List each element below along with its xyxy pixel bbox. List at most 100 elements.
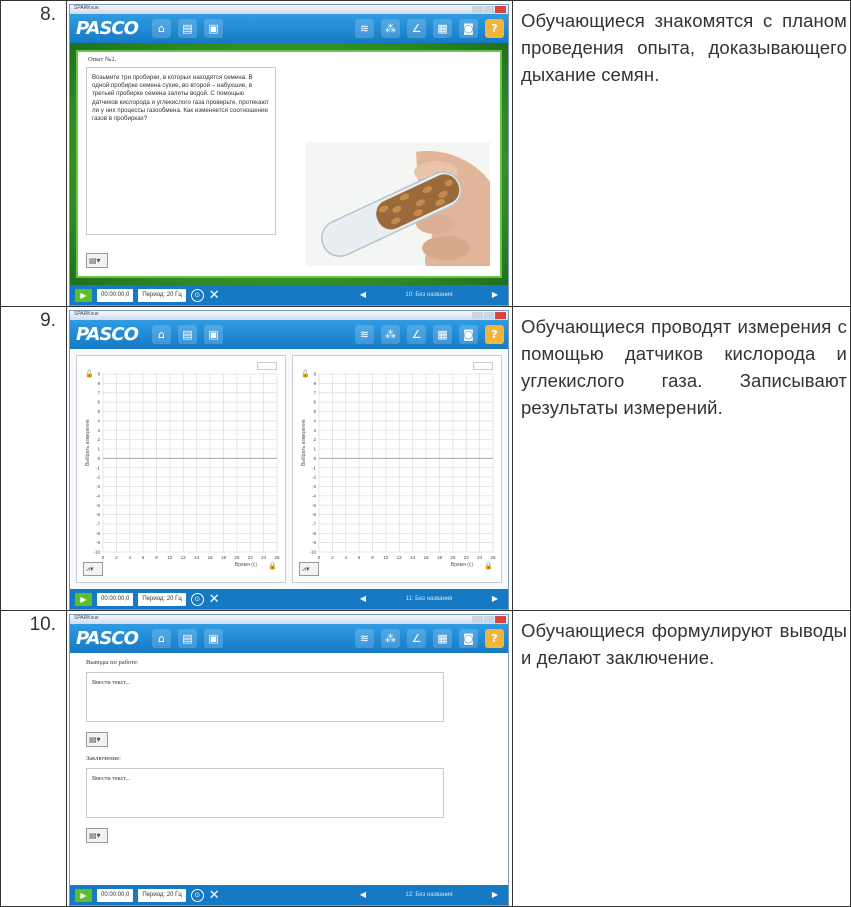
home-icon[interactable]: ⌂ — [151, 325, 171, 344]
pasco-logo: PASCO — [76, 628, 139, 649]
help-icon[interactable]: ? — [485, 325, 504, 344]
page-icon[interactable]: ▤ — [177, 629, 197, 648]
help-icon[interactable]: ? — [485, 19, 504, 38]
wireless-icon[interactable]: ≋ — [355, 325, 374, 344]
journal-icon[interactable]: ▦ — [433, 19, 452, 38]
sample-rate-button[interactable]: Период: 20 Гц — [138, 888, 186, 902]
y-tick-label: 8 — [313, 381, 316, 386]
conclusion-input[interactable]: Ввести текст... — [86, 768, 444, 818]
x-axis-label[interactable]: Время (с) — [235, 562, 257, 568]
y-tick-label: -3 — [312, 484, 316, 489]
next-page-icon[interactable]: ▶ — [488, 888, 502, 902]
camera-icon[interactable]: ◙ — [459, 19, 478, 38]
camera-icon[interactable]: ◙ — [459, 325, 478, 344]
y-tick-label: -5 — [96, 503, 100, 508]
tools-icon[interactable]: ✕ — [209, 593, 220, 606]
tools-icon[interactable]: ✕ — [209, 289, 220, 302]
tools-icon[interactable]: ✕ — [209, 889, 220, 902]
window-titlebar: SPARKvue — [70, 311, 508, 320]
y-tick-label: -4 — [312, 493, 316, 498]
text-tool-icon[interactable]: ▤▾ — [86, 253, 108, 268]
x-tick-label: 6 — [358, 555, 361, 560]
y-tick-label: 2 — [97, 437, 100, 442]
lock-icon[interactable]: 🔒 — [484, 562, 493, 570]
page-icon[interactable]: ▤ — [177, 325, 197, 344]
page-icon[interactable]: ▣ — [203, 629, 223, 648]
journal-icon[interactable]: ▦ — [433, 325, 452, 344]
x-tick-label: 24 — [477, 555, 483, 560]
graph-tools-icon[interactable]: ⩘▾ — [299, 562, 319, 576]
page-navigator: ◀ 10: Без названия ▶ — [356, 288, 502, 302]
graph-title-box[interactable] — [257, 362, 277, 370]
prev-page-icon[interactable]: ◀ — [356, 592, 370, 606]
step-number: 9. — [0, 306, 67, 611]
window-controls[interactable] — [472, 616, 507, 623]
graph-title-box[interactable] — [473, 362, 493, 370]
app-bottom-bar: ▶ 00:00:00,0 Период: 20 Гц ⊙ ✕ ◀ 12: Без… — [70, 885, 508, 905]
y-tick-label: -3 — [96, 484, 100, 489]
prev-page-icon[interactable]: ◀ — [356, 288, 370, 302]
y-tick-label: 1 — [313, 447, 316, 452]
findings-label: Выводы по работе: — [86, 659, 139, 666]
sample-rate-button[interactable]: Период: 20 Гц — [138, 288, 186, 302]
conclusion-page: Выводы по работе: Ввести текст... ▤▾ Зак… — [70, 653, 508, 885]
window-controls[interactable] — [472, 312, 507, 319]
play-icon[interactable]: ▶ — [75, 888, 92, 902]
page-label: 12: Без названия — [405, 892, 453, 898]
next-page-icon[interactable]: ▶ — [488, 288, 502, 302]
prev-page-icon[interactable]: ◀ — [356, 888, 370, 902]
lock-icon[interactable]: 🔓 — [85, 370, 94, 378]
graph-tools-icon[interactable]: ⩘▾ — [83, 562, 103, 576]
timer-icon[interactable]: ⊙ — [190, 288, 204, 302]
y-axis-label[interactable]: Выбрать измерение — [301, 419, 307, 466]
x-tick-label: 18 — [221, 555, 227, 560]
y-tick-label: -1 — [312, 465, 316, 470]
home-icon[interactable]: ⌂ — [151, 19, 171, 38]
experiment-text[interactable]: Возьмите три пробирки, в которых находят… — [86, 67, 276, 235]
wireless-icon[interactable]: ≋ — [355, 629, 374, 648]
y-tick-label: 5 — [97, 409, 100, 414]
analysis-icon[interactable]: ∠ — [407, 629, 426, 648]
page-icon[interactable]: ▣ — [203, 19, 223, 38]
y-axis-label[interactable]: Выбрать измерение — [85, 419, 91, 466]
home-icon[interactable]: ⌂ — [151, 629, 171, 648]
graph-panel-left[interactable]: 0 2 4 6 8 10 12 14 16 18 20 22 24 26 9 8 7 6 5 4 3 2 1 0 -1 -2 -3-… — [76, 355, 286, 583]
page-icon[interactable]: ▤ — [177, 19, 197, 38]
wireless-icon[interactable]: ≋ — [355, 19, 374, 38]
text-tool-icon[interactable]: ▤▾ — [86, 732, 108, 747]
timer-icon[interactable]: ⊙ — [190, 592, 204, 606]
analysis-icon[interactable]: ∠ — [407, 325, 426, 344]
findings-input[interactable]: Ввести текст... — [86, 672, 444, 722]
sensors-icon[interactable]: ⁂ — [381, 325, 400, 344]
x-tick-label: 6 — [142, 555, 145, 560]
play-icon[interactable]: ▶ — [75, 592, 92, 606]
time-display: 00:00:00,0 — [97, 592, 134, 606]
text-tool-icon[interactable]: ▤▾ — [86, 828, 108, 843]
sample-rate-button[interactable]: Период: 20 Гц — [138, 592, 186, 606]
sensors-icon[interactable]: ⁂ — [381, 629, 400, 648]
x-axis-label[interactable]: Время (с) — [451, 562, 473, 568]
x-tick-label: 14 — [410, 555, 416, 560]
window-controls[interactable] — [472, 6, 507, 13]
page-icon[interactable]: ▣ — [203, 325, 223, 344]
lock-icon[interactable]: 🔓 — [301, 370, 310, 378]
camera-icon[interactable]: ◙ — [459, 629, 478, 648]
step-description: Обучающиеся проводят измерения с помощью… — [512, 306, 851, 611]
app-toolbar: PASCO ⌂ ▤ ▣ ≋ ⁂ ∠ ▦ ◙ ? — [70, 14, 508, 43]
y-tick-label: -8 — [312, 531, 316, 536]
y-tick-label: -7 — [96, 521, 100, 526]
next-page-icon[interactable]: ▶ — [488, 592, 502, 606]
play-icon[interactable]: ▶ — [75, 288, 92, 302]
journal-icon[interactable]: ▦ — [433, 629, 452, 648]
help-icon[interactable]: ? — [485, 629, 504, 648]
graph-panel-right[interactable]: 0 2 4 6 8 10 12 14 16 18 20 22 24 26 9 8 7 6 5 4 3 2 1 0 -1 -2 -3-… — [292, 355, 502, 583]
x-tick-label: 10 — [383, 555, 389, 560]
x-tick-label: 24 — [261, 555, 267, 560]
y-tick-label: -1 — [96, 465, 100, 470]
lock-icon[interactable]: 🔒 — [268, 562, 277, 570]
step-description: Обучающиеся знакомятся с планом проведен… — [512, 0, 851, 307]
analysis-icon[interactable]: ∠ — [407, 19, 426, 38]
timer-icon[interactable]: ⊙ — [190, 888, 204, 902]
sensors-icon[interactable]: ⁂ — [381, 19, 400, 38]
y-tick-label: 7 — [313, 390, 316, 395]
